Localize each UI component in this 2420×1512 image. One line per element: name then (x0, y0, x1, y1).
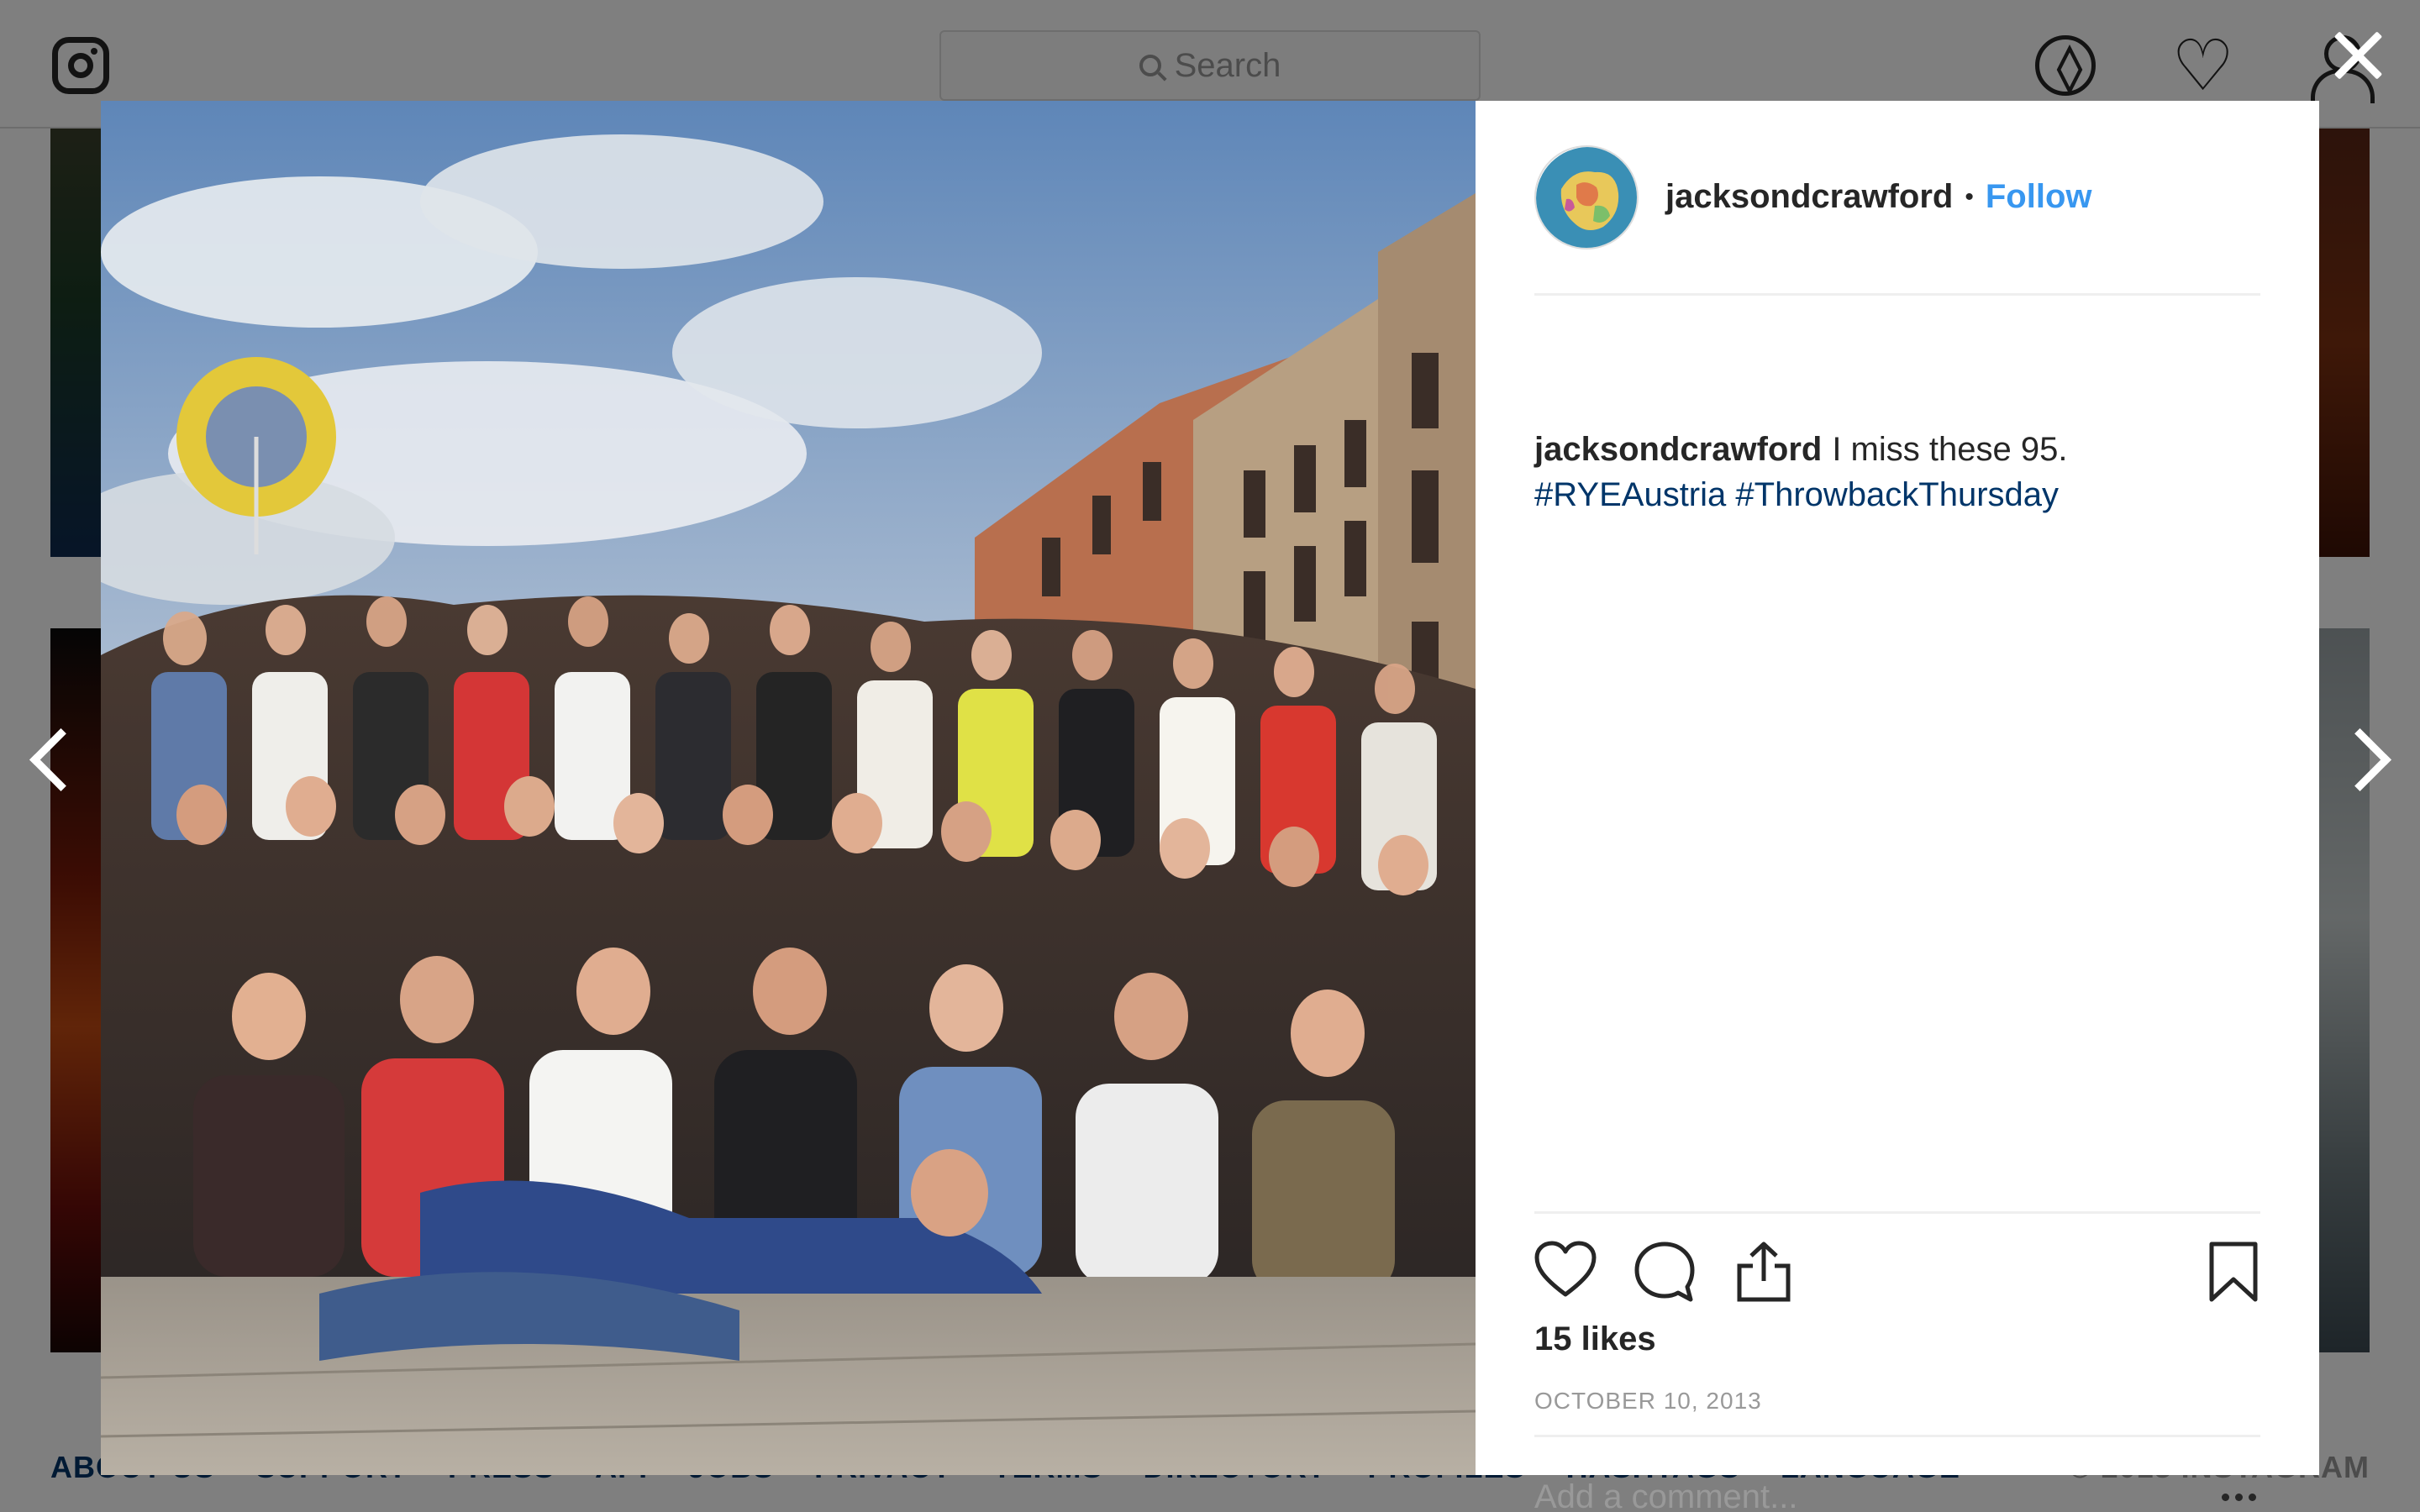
share-upload-icon[interactable] (1733, 1241, 1795, 1303)
post-modal: jacksondcrawford • Follow jacksondcrawfo… (101, 101, 2319, 1512)
hashtag-link[interactable]: #RYEAustria (1534, 476, 1726, 513)
bookmark-icon[interactable] (2207, 1241, 2260, 1303)
hashtag-link[interactable]: #ThrowbackThursday (1735, 476, 2059, 513)
separator-dot: • (1965, 182, 1974, 211)
likes-count[interactable]: 15 likes (1534, 1320, 1656, 1358)
avatar[interactable] (1534, 144, 1639, 249)
caption-text: I miss these 95. (1832, 431, 2068, 468)
comment-bubble-icon[interactable] (1634, 1241, 1696, 1303)
next-arrow-icon[interactable] (2338, 722, 2396, 790)
post-caption: jacksondcrawford I miss these 95. #RYEAus… (1534, 427, 2260, 517)
like-heart-icon[interactable] (1534, 1241, 1597, 1298)
post-photo[interactable] (101, 101, 1476, 1475)
post-header: jacksondcrawford • Follow (1534, 101, 2260, 296)
close-icon[interactable] (2333, 30, 2383, 81)
post-username[interactable]: jacksondcrawford (1665, 178, 1953, 216)
follow-button[interactable]: Follow (1986, 178, 2092, 216)
previous-arrow-icon[interactable] (24, 722, 82, 790)
action-bar (1534, 1211, 2260, 1329)
caption-hashtags: #RYEAustria #ThrowbackThursday (1534, 476, 2059, 513)
post-date: OCTOBER 10, 2013 (1534, 1388, 1762, 1414)
post-sidebar: jacksondcrawford • Follow jacksondcrawfo… (1476, 101, 2319, 1512)
group-photo-illustration (101, 101, 1476, 1475)
caption-username[interactable]: jacksondcrawford (1534, 431, 1822, 468)
divider (1534, 1435, 2260, 1437)
comment-input[interactable] (1534, 1478, 2173, 1512)
more-options-icon[interactable] (2222, 1494, 2256, 1501)
